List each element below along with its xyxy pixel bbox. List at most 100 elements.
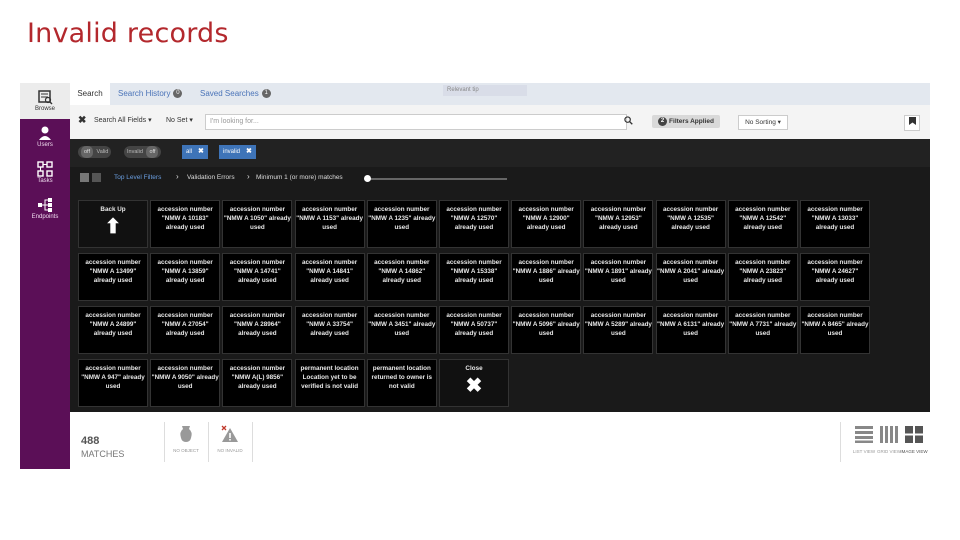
tab-label: Saved Searches (200, 89, 259, 98)
tab-bar: Search Search History 0 Saved Searches 1 R… (70, 83, 930, 105)
search-input[interactable]: I'm looking for... (205, 114, 627, 130)
error-tile[interactable]: accession number "NMW A 15338" already u… (439, 253, 509, 301)
sort-dropdown[interactable]: No Sorting ▾ (738, 115, 788, 130)
error-tile[interactable]: accession number "NMW A 7731" already us… (727, 306, 798, 354)
error-tile[interactable]: accession number "NMW A 14741" already u… (222, 253, 293, 301)
tile-label: Close (465, 365, 483, 372)
no-object-filter[interactable] (174, 425, 198, 448)
filter-bar: off Valid Invalid off all ✖ invalid ✖ (70, 139, 930, 167)
tile-label: accession number "NMW A 1153" already us… (296, 206, 363, 231)
tile-label: accession number "NMW A 28964" already u… (229, 312, 286, 337)
match-slider-track[interactable] (367, 178, 507, 180)
remove-chip-icon[interactable]: ✖ (198, 148, 204, 155)
error-tile[interactable]: permanent location Location yet to be ve… (294, 359, 365, 407)
error-tile[interactable]: accession number "NMW A 1153" already us… (294, 200, 365, 248)
invalid-toggle[interactable]: Invalid off (124, 146, 162, 158)
grid-view-button[interactable] (880, 426, 898, 443)
search-button[interactable] (619, 114, 637, 130)
search-field-dropdown[interactable]: Search All Fields ▾ (94, 116, 152, 124)
tile-label: accession number "NMW A 24627" already u… (807, 259, 863, 284)
error-tile[interactable]: accession number "NMW A 2041" already us… (655, 253, 726, 301)
error-tile[interactable]: accession number "NMW A(L) 9856" already… (222, 359, 293, 407)
error-tile[interactable]: accession number "NMW A 23823" already u… (727, 253, 798, 301)
error-tile[interactable]: accession number "NMW A 12542" already u… (727, 200, 798, 248)
error-tile[interactable]: accession number "NMW A 14862" already u… (366, 253, 437, 301)
error-tile[interactable]: accession number "NMW A 10183" already u… (150, 200, 221, 248)
app-window: Browse Users Tasks Endpoints Search Sear… (20, 83, 930, 469)
error-tile[interactable]: accession number "NMW A 6131" already us… (655, 306, 726, 354)
tile-label: accession number "NMW A 12542" already u… (735, 206, 791, 231)
filters-applied-button[interactable]: 2 Filters Applied (652, 115, 720, 128)
error-tile[interactable]: accession number "NMW A 24627" already u… (800, 253, 870, 301)
close-tile[interactable]: Close ✖ (439, 359, 509, 407)
search-bar: ✖ Search All Fields ▾ No Set ▾ I'm looki… (70, 111, 930, 133)
tile-label: accession number "NMW A 10183" already u… (157, 206, 213, 231)
tab-saved-searches[interactable]: Saved Searches 1 (200, 83, 290, 105)
sidebar-item-label: Tasks (37, 178, 53, 184)
valid-toggle-state: off (81, 146, 94, 158)
error-tile[interactable]: accession number "NMW A 14841" already u… (294, 253, 365, 301)
error-tile[interactable]: accession number "NMW A 50737" already u… (439, 306, 509, 354)
crumb-top-level-filters[interactable]: Top Level Filters (114, 174, 161, 181)
error-tile[interactable]: accession number "NMW A 13033" already u… (800, 200, 870, 248)
arrow-up-icon: ⬆ (104, 216, 122, 238)
error-tile[interactable]: accession number "NMW A 5289" already us… (583, 306, 654, 354)
grid-view-toggle-icon[interactable] (80, 173, 89, 182)
crumb-validation-errors[interactable]: Validation Errors (187, 174, 235, 181)
filters-count-badge: 2 (658, 116, 668, 126)
breadcrumb: Top Level Filters › Validation Errors › … (70, 167, 930, 187)
error-tile[interactable]: accession number "NMW A 9050" already us… (150, 359, 221, 407)
error-tile[interactable]: accession number "NMW A 27054" already u… (150, 306, 221, 354)
error-tile[interactable]: accession number "NMW A 1891" already us… (583, 253, 654, 301)
sidebar-item-endpoints[interactable]: Endpoints (20, 191, 70, 227)
list-view-button[interactable] (855, 426, 873, 443)
error-tile[interactable]: accession number "NMW A 3451" already us… (366, 306, 437, 354)
error-tile[interactable]: accession number "NMW A 12535" already u… (655, 200, 726, 248)
bookmark-button[interactable] (904, 115, 920, 131)
error-tile[interactable]: accession number "NMW A 13499" already u… (78, 253, 148, 301)
list-view-toggle-icon[interactable] (92, 173, 101, 182)
image-view-button[interactable] (905, 426, 923, 443)
no-object-label: NO OBJECT (173, 448, 199, 453)
sidebar-item-users[interactable]: Users (20, 119, 70, 155)
valid-toggle[interactable]: off Valid (78, 146, 112, 158)
error-tile[interactable]: accession number "NMW A 8465" already us… (800, 306, 870, 354)
tile-label: accession number "NMW A 14741" already u… (229, 259, 286, 284)
sidebar-item-label: Users (37, 142, 53, 148)
error-tile[interactable]: accession number "NMW A 1235" already us… (366, 200, 437, 248)
tab-search[interactable]: Search (70, 83, 110, 105)
error-tile[interactable]: accession number "NMW A 12953" already u… (583, 200, 654, 248)
filter-chip-all[interactable]: all ✖ (182, 145, 208, 159)
chip-label: all (186, 149, 193, 155)
error-tile[interactable]: accession number "NMW A 5096" already us… (511, 306, 582, 354)
sidebar: Browse Users Tasks Endpoints (20, 83, 70, 469)
sidebar-item-tasks[interactable]: Tasks (20, 155, 70, 191)
error-tile[interactable]: permanent location returned to owner is … (366, 359, 437, 407)
no-invalid-filter[interactable] (218, 425, 242, 448)
grid-view-icon (880, 426, 898, 443)
error-tile[interactable]: accession number "NMW A 1050" already us… (222, 200, 293, 248)
slide-title: Invalid records (27, 18, 229, 49)
back-up-tile[interactable]: Back Up ⬆ (78, 200, 148, 248)
match-slider-handle[interactable] (364, 175, 371, 182)
tab-search-history[interactable]: Search History 0 (118, 83, 198, 105)
filter-chip-invalid[interactable]: invalid ✖ (219, 145, 256, 159)
browse-icon (38, 90, 53, 105)
error-tile[interactable]: accession number "NMW A 28964" already u… (222, 306, 293, 354)
clear-search-icon[interactable]: ✖ (78, 115, 86, 126)
close-icon: ✖ (465, 375, 483, 397)
error-tile[interactable]: accession number "NMW A 13859" already u… (150, 253, 221, 301)
sidebar-item-browse[interactable]: Browse (20, 83, 70, 119)
tile-label: Back Up (100, 206, 126, 213)
bookmark-icon (908, 117, 916, 125)
set-dropdown[interactable]: No Set ▾ (166, 116, 193, 124)
tile-label: accession number "NMW A 27054" already u… (157, 312, 213, 337)
search-icon (623, 116, 633, 125)
error-tile[interactable]: accession number "NMW A 947" already use… (78, 359, 148, 407)
error-tile[interactable]: accession number "NMW A 1886" already us… (511, 253, 582, 301)
error-tile[interactable]: accession number "NMW A 12570" already u… (439, 200, 509, 248)
remove-chip-icon[interactable]: ✖ (246, 148, 252, 155)
error-tile[interactable]: accession number "NMW A 24899" already u… (78, 306, 148, 354)
error-tile[interactable]: accession number "NMW A 33754" already u… (294, 306, 365, 354)
error-tile[interactable]: accession number "NMW A 12900" already u… (511, 200, 582, 248)
